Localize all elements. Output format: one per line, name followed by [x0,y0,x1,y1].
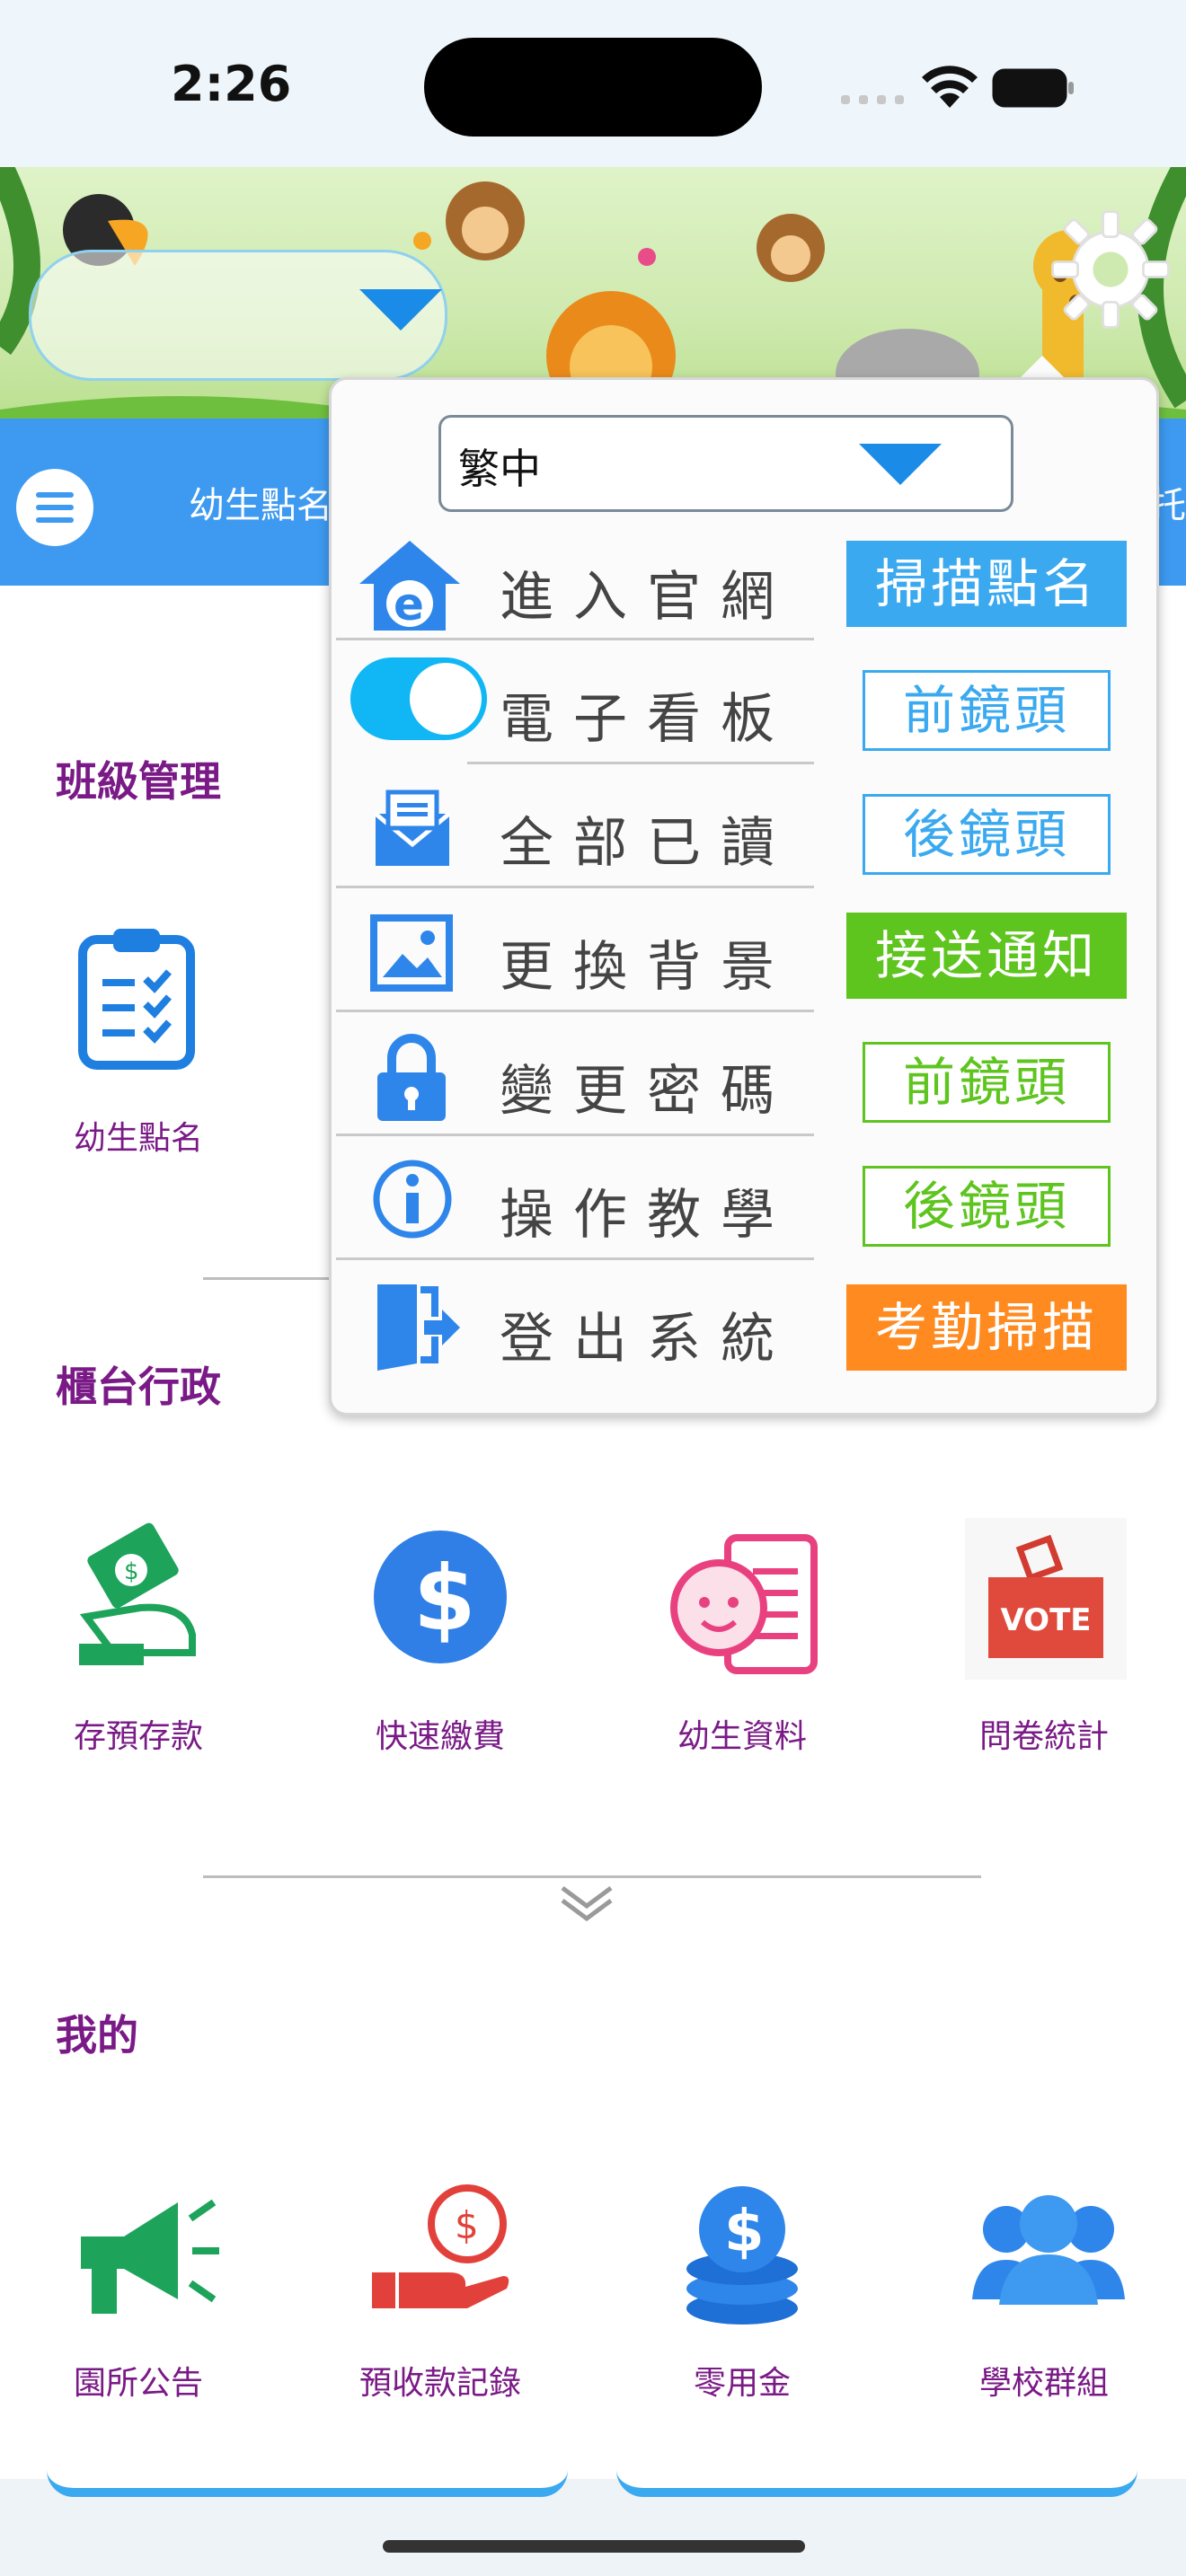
menu-item-label: 進入官網 [500,566,794,629]
status-time: 2:26 [171,56,292,112]
section-title-class-management: 班級管理 [56,757,221,806]
row-divider [336,1134,814,1136]
app-tile-school-groups[interactable]: 學校群組 [909,2174,1179,2407]
mail-icon [374,790,451,866]
language-value: 繁中 [458,445,541,493]
settings-gear-icon[interactable] [1048,207,1173,332]
info-icon [373,1160,452,1239]
dynamic-island [424,38,762,137]
app-label: 零用金 [693,2365,791,2402]
app-tile-quick-pay[interactable]: $ 快速繳費 [305,1518,575,1760]
svg-text:e: e [394,578,424,631]
app-label: 問卷統計 [978,1718,1109,1755]
cellular-signal-icon [841,95,904,104]
app-label: 園所公告 [73,2365,203,2402]
hand-coin-icon: $ [372,2184,509,2308]
e-board-toggle[interactable] [350,657,487,740]
coin-stack-icon: $ [686,2186,798,2325]
menu-item-label: 更換背景 [500,936,794,999]
dollar-coin-icon: $ [374,1531,507,1663]
money-hand-icon: $ [79,1522,196,1665]
menu-item-e-board[interactable]: 電子看板 [332,650,814,765]
row-divider [336,1010,814,1012]
pickup-rear-camera-button[interactable]: 後鏡頭 [863,1166,1111,1247]
scan-roll-call-button[interactable]: 掃描點名 [846,541,1127,627]
scan-front-camera-button[interactable]: 前鏡頭 [863,670,1111,751]
menu-button[interactable] [16,469,93,546]
row-divider [336,638,814,640]
section-divider [203,1875,981,1878]
menu-item-tutorial[interactable]: 操作教學 [332,1146,814,1261]
menu-item-label: 電子看板 [500,688,794,751]
row-divider [467,762,814,764]
toggle-knob [410,663,482,735]
vote-box-icon: VOTE [965,1518,1127,1680]
app-label: 預收款記錄 [358,2365,521,2402]
pickup-notice-button[interactable]: 接送通知 [846,913,1127,999]
app-tile-student-info[interactable]: 幼生資料 [607,1518,877,1760]
menu-item-label: 變更密碼 [500,1060,794,1123]
menu-item-label: 全部已讀 [500,812,794,875]
clipboard-check-icon [78,929,195,1070]
app-tile-announcements[interactable]: 園所公告 [0,2174,279,2407]
language-dropdown-arrow-icon[interactable] [859,444,942,485]
home-ie-icon: e [359,541,460,631]
app-label: 存預存款 [73,1718,203,1755]
logout-icon [377,1284,460,1371]
app-tile-roll-call[interactable]: 幼生點名 [0,925,270,1159]
svg-text:$: $ [724,2199,765,2265]
nav-title: 幼生點名 [189,485,332,526]
battery-icon [992,68,1074,108]
menu-item-logout[interactable]: 登出系統 [332,1270,814,1385]
baby-profile-icon [670,1534,818,1674]
pickup-front-camera-button[interactable]: 前鏡頭 [863,1042,1111,1123]
bottom-card-right[interactable] [616,2461,1137,2497]
app-tile-prepay-records[interactable]: $ 預收款記錄 [305,2174,575,2407]
section-title-front-desk: 櫃台行政 [56,1363,221,1411]
menu-item-label: 登出系統 [500,1308,794,1371]
svg-text:$: $ [124,1558,139,1585]
menu-item-mark-all-read[interactable]: 全部已讀 [332,774,814,889]
app-label: 學校群組 [978,2365,1109,2402]
section-title-mine: 我的 [56,2011,138,2060]
menu-item-change-background[interactable]: 更換背景 [332,898,814,1013]
row-divider [336,1257,814,1260]
menu-item-website[interactable]: e 進入官網 [332,528,814,643]
app-label: 幼生點名 [73,1120,203,1157]
image-icon [370,914,453,992]
app-tile-deposit[interactable]: $ 存預存款 [0,1518,279,1760]
app-label: 快速繳費 [375,1718,505,1755]
menu-item-label: 操作教學 [500,1184,794,1247]
wifi-icon [922,66,978,108]
bottom-card-left[interactable] [47,2461,568,2497]
menu-item-change-password[interactable]: 變更密碼 [332,1022,814,1137]
school-select-arrow-icon[interactable] [359,289,442,331]
scan-rear-camera-button[interactable]: 後鏡頭 [863,794,1111,875]
svg-text:$: $ [455,2203,479,2247]
svg-text:$: $ [413,1546,476,1651]
app-tile-petty-cash[interactable]: $ 零用金 [607,2174,877,2407]
expand-chevron-icon[interactable] [557,1883,616,1924]
megaphone-icon [81,2199,219,2314]
hamburger-icon [36,492,74,523]
lock-icon [377,1034,446,1121]
group-icon [972,2195,1125,2305]
app-label: 幼生資料 [677,1718,807,1755]
app-tile-survey[interactable]: VOTE 問卷統計 [909,1518,1179,1760]
home-indicator [383,2540,805,2553]
vote-text: VOTE [1000,1602,1092,1638]
attendance-scan-button[interactable]: 考勤掃描 [846,1284,1127,1371]
row-divider [336,886,814,888]
